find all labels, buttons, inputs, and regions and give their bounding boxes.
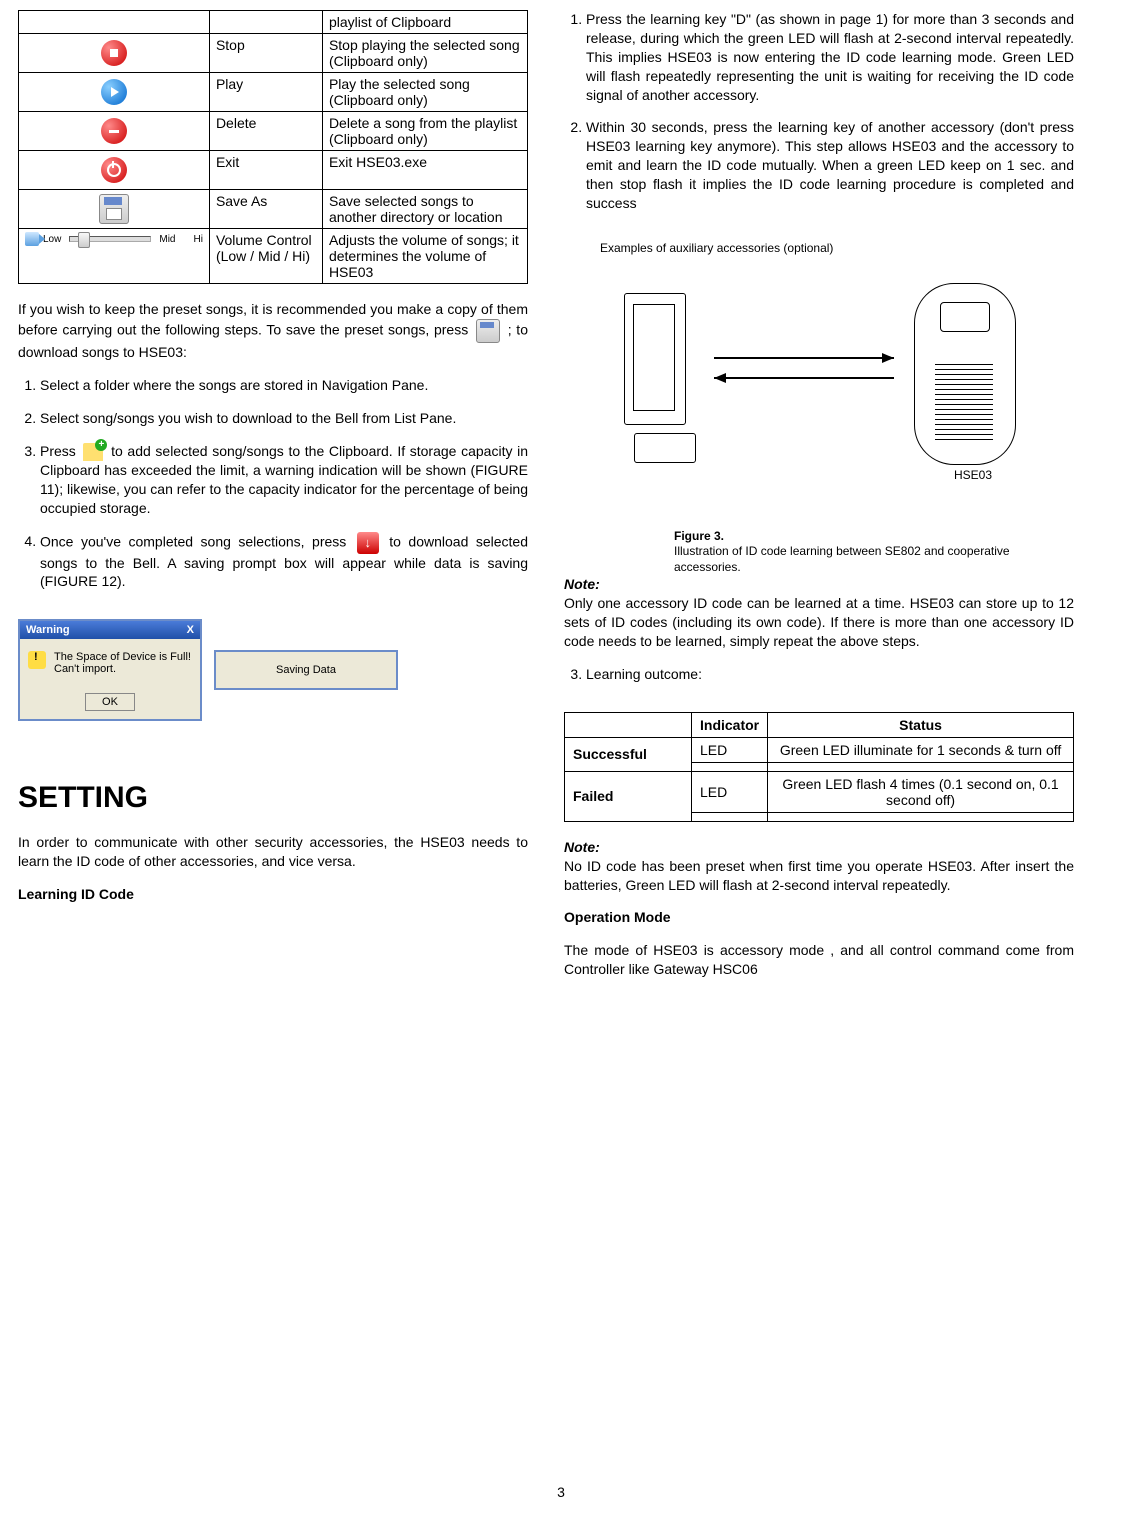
- slider-low: Low: [43, 234, 61, 245]
- learn-step-3: Learning outcome:: [586, 665, 1074, 684]
- inline-save-icon: [476, 319, 500, 343]
- step-1: Select a folder where the songs are stor…: [40, 376, 528, 395]
- exit-desc: Exit HSE03.exe: [322, 151, 527, 190]
- save-desc: Save selected songs to another directory…: [322, 190, 527, 229]
- device-accessory-icon: [624, 293, 686, 425]
- note-2-text: No ID code has been preset when first ti…: [564, 858, 1074, 893]
- cell-success-led: LED: [692, 737, 768, 762]
- figure-3-title: Figure 3.: [674, 529, 724, 543]
- note-label-2: Note:: [564, 839, 600, 855]
- saving-dialog: Saving Data: [214, 650, 398, 690]
- save-preset-paragraph: If you wish to keep the preset songs, it…: [18, 300, 528, 362]
- slider-mid: Mid: [159, 234, 175, 245]
- row-failed: Failed: [565, 771, 692, 821]
- delete-desc: Delete a song from the playlist (Clipboa…: [322, 112, 527, 151]
- saving-text: Saving Data: [216, 652, 396, 688]
- save-icon: [25, 193, 203, 225]
- device-hse03-icon: [914, 283, 1016, 465]
- th-status: Status: [768, 712, 1074, 737]
- outcome-table: Indicator Status Successful LED Green LE…: [564, 712, 1074, 822]
- save-label: Save As: [209, 190, 322, 229]
- note-1-text: Only one accessory ID code can be learne…: [564, 595, 1074, 649]
- warning-ok-button: OK: [85, 693, 135, 711]
- learn-step-2: Within 30 seconds, press the learning ke…: [586, 118, 1074, 212]
- exit-icon: [25, 154, 203, 186]
- row-playlist-desc: playlist of Clipboard: [322, 11, 527, 34]
- stop-icon: [25, 37, 203, 69]
- th-indicator: Indicator: [692, 712, 768, 737]
- warning-dialog-title: Warning: [26, 624, 70, 636]
- warning-dialog: Warning X The Space of Device is Full! C…: [18, 619, 202, 721]
- volume-slider-icon: Low Mid Hi: [25, 232, 203, 246]
- row-successful: Successful: [565, 737, 692, 771]
- dialog-figures: Warning X The Space of Device is Full! C…: [18, 619, 528, 721]
- volume-desc: Adjusts the volume of songs; it determin…: [322, 229, 527, 284]
- setting-heading: SETTING: [18, 781, 528, 815]
- step-4: Once you've completed song selections, p…: [40, 532, 528, 592]
- delete-icon: [25, 115, 203, 147]
- delete-label: Delete: [209, 112, 322, 151]
- figure-3-desc: Illustration of ID code learning between…: [674, 544, 1010, 574]
- operation-mode-header: Operation Mode: [564, 908, 1074, 927]
- volume-label: Volume Control (Low / Mid / Hi): [209, 229, 322, 284]
- learning-steps: Press the learning key "D" (as shown in …: [564, 10, 1074, 227]
- device-accessory-base-icon: [634, 433, 696, 463]
- slider-hi: Hi: [193, 234, 202, 245]
- examples-label: Examples of auxiliary accessories (optio…: [600, 241, 1074, 257]
- function-table: playlist of Clipboard Stop Stop playing …: [18, 10, 528, 284]
- warning-text: The Space of Device is Full! Can't impor…: [54, 651, 192, 675]
- note-1: Note: Only one accessory ID code can be …: [564, 575, 1074, 651]
- figure-3: HSE03: [564, 263, 1074, 523]
- note-2: Note: No ID code has been preset when fi…: [564, 838, 1074, 895]
- step3-b: to add selected song/songs to the Clipbo…: [40, 443, 528, 516]
- page-number: 3: [0, 1484, 1122, 1500]
- device-hse03-label: HSE03: [954, 468, 992, 482]
- cell-failed-status: Green LED flash 4 times (0.1 second on, …: [768, 771, 1074, 812]
- exit-label: Exit: [209, 151, 322, 190]
- cell-success-status: Green LED illuminate for 1 seconds & tur…: [768, 737, 1074, 762]
- step-3: Press to add selected song/songs to the …: [40, 442, 528, 518]
- para1-text-a: If you wish to keep the preset songs, it…: [18, 301, 528, 338]
- setting-intro: In order to communicate with other secur…: [18, 833, 528, 871]
- stop-desc: Stop playing the selected song (Clipboar…: [322, 34, 527, 73]
- inline-download-icon: ↓: [357, 532, 379, 554]
- learning-arrows-icon: [704, 343, 904, 393]
- download-steps: Select a folder where the songs are stor…: [18, 376, 528, 606]
- cell-failed-led: LED: [692, 771, 768, 812]
- step3-a: Press: [40, 443, 80, 459]
- operation-mode-text: The mode of HSE03 is accessory mode , an…: [564, 941, 1074, 979]
- note-label-1: Note:: [564, 576, 600, 592]
- inline-add-icon: [83, 443, 103, 461]
- learning-steps-cont: Learning outcome:: [564, 665, 1074, 698]
- figure-3-caption: Figure 3. Illustration of ID code learni…: [674, 529, 1074, 576]
- play-icon: [25, 76, 203, 108]
- warning-icon: [28, 651, 46, 669]
- warning-dialog-close: X: [187, 624, 194, 636]
- stop-label: Stop: [209, 34, 322, 73]
- play-label: Play: [209, 73, 322, 112]
- step-2: Select song/songs you wish to download t…: [40, 409, 528, 428]
- learning-id-header: Learning ID Code: [18, 885, 528, 904]
- learn-step-1: Press the learning key "D" (as shown in …: [586, 10, 1074, 104]
- play-desc: Play the selected song (Clipboard only): [322, 73, 527, 112]
- step4-a: Once you've completed song selections, p…: [40, 533, 354, 549]
